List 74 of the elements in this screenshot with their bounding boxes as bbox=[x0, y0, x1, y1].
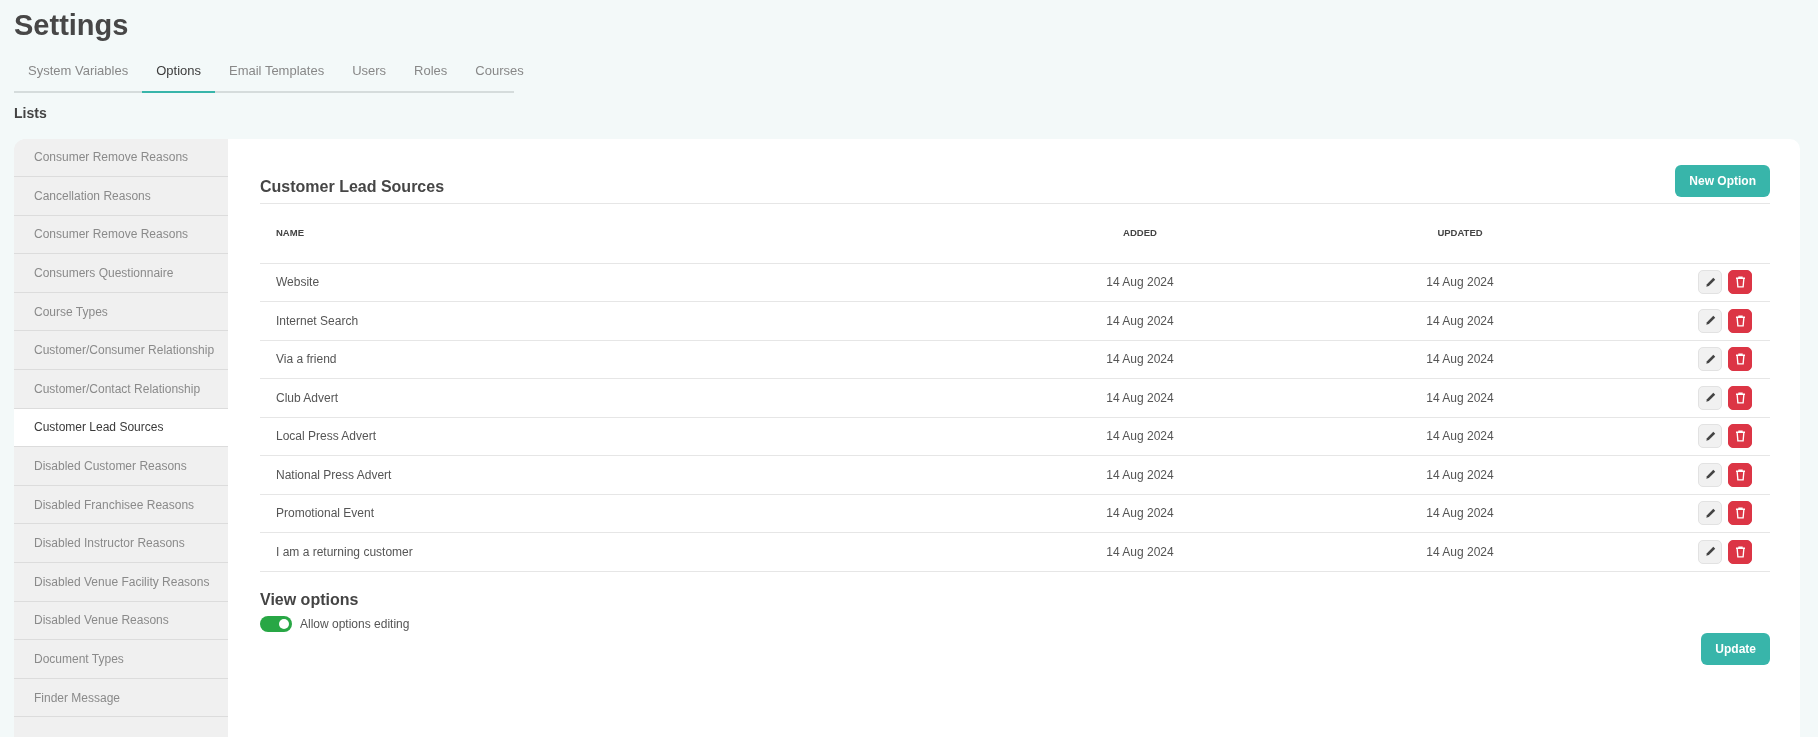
toggle-switch[interactable] bbox=[260, 615, 292, 632]
table-cell-text: 14 Aug 2024 bbox=[1425, 466, 1495, 484]
trash-icon bbox=[1734, 507, 1746, 520]
delete-button[interactable] bbox=[1728, 270, 1752, 295]
table-cell-text: 14 Aug 2024 bbox=[1105, 505, 1175, 523]
table-cell-text: 14 Aug 2024 bbox=[1105, 312, 1175, 330]
sidebar-item[interactable]: Customer Lead Sources bbox=[14, 408, 228, 448]
section-title: View options bbox=[260, 589, 360, 609]
pencil-icon bbox=[1704, 430, 1716, 442]
trash-icon bbox=[1734, 468, 1746, 481]
tab[interactable]: Options bbox=[142, 52, 215, 93]
column-header: ADDED bbox=[1122, 225, 1158, 240]
table-cell-text: 14 Aug 2024 bbox=[1425, 543, 1495, 561]
column-header: UPDATED bbox=[1436, 225, 1484, 240]
tab[interactable]: System Variables bbox=[14, 52, 143, 93]
table-cell-text: 14 Aug 2024 bbox=[1425, 505, 1495, 523]
delete-button[interactable] bbox=[1728, 462, 1752, 487]
page-title: Settings bbox=[13, 8, 130, 42]
update-button[interactable]: Update bbox=[1701, 632, 1770, 665]
delete-button[interactable] bbox=[1728, 385, 1752, 410]
edit-button[interactable] bbox=[1698, 424, 1722, 449]
toggle-label: Allow options editing bbox=[300, 615, 410, 633]
table-cell-text: 14 Aug 2024 bbox=[1425, 428, 1495, 446]
panel-title: Customer Lead Sources bbox=[260, 177, 445, 197]
edit-button[interactable] bbox=[1698, 501, 1722, 526]
table-cell-text: 14 Aug 2024 bbox=[1425, 274, 1495, 292]
edit-button[interactable] bbox=[1698, 539, 1722, 564]
pencil-icon bbox=[1704, 469, 1716, 481]
trash-icon bbox=[1734, 545, 1746, 558]
table-cell-text: 14 Aug 2024 bbox=[1105, 274, 1175, 292]
table-cell-text: 14 Aug 2024 bbox=[1105, 351, 1175, 369]
pencil-icon bbox=[1704, 276, 1716, 288]
table-cell-text: Club Advert bbox=[275, 389, 340, 407]
trash-icon bbox=[1734, 276, 1746, 289]
section-title: Lists bbox=[13, 103, 48, 123]
tab[interactable]: Roles bbox=[400, 52, 462, 93]
delete-button[interactable] bbox=[1728, 347, 1752, 372]
edit-button[interactable] bbox=[1698, 308, 1722, 333]
pencil-icon bbox=[1704, 507, 1716, 519]
edit-button[interactable] bbox=[1698, 462, 1722, 487]
table-cell-text: Internet Search bbox=[275, 312, 360, 330]
table-cell-text: Website bbox=[275, 274, 321, 292]
table-cell-text: 14 Aug 2024 bbox=[1105, 543, 1175, 561]
new-option-button[interactable]: New Option bbox=[1675, 164, 1770, 197]
delete-button[interactable] bbox=[1728, 539, 1752, 564]
delete-button[interactable] bbox=[1728, 501, 1752, 526]
edit-button[interactable] bbox=[1698, 270, 1722, 295]
table-cell-text: Via a friend bbox=[275, 351, 338, 369]
trash-icon bbox=[1734, 430, 1746, 443]
table-cell-text: 14 Aug 2024 bbox=[1105, 389, 1175, 407]
trash-icon bbox=[1734, 314, 1746, 327]
tab[interactable]: Courses bbox=[461, 52, 538, 93]
table-cell-text: 14 Aug 2024 bbox=[1105, 466, 1175, 484]
table-cell-text: 14 Aug 2024 bbox=[1105, 428, 1175, 446]
pencil-icon bbox=[1704, 353, 1716, 365]
table-cell-text: I am a returning customer bbox=[275, 543, 414, 561]
tab[interactable]: Users bbox=[338, 52, 401, 93]
column-header: NAME bbox=[275, 225, 305, 240]
edit-button[interactable] bbox=[1698, 385, 1722, 410]
table-cell-text: 14 Aug 2024 bbox=[1425, 312, 1495, 330]
table-cell-text: 14 Aug 2024 bbox=[1425, 389, 1495, 407]
trash-icon bbox=[1734, 391, 1746, 404]
table-cell-text: Promotional Event bbox=[275, 505, 376, 523]
table-cell-text: Local Press Advert bbox=[275, 428, 378, 446]
delete-button[interactable] bbox=[1728, 308, 1752, 333]
tab[interactable]: Email Templates bbox=[215, 52, 339, 93]
pencil-icon bbox=[1704, 315, 1716, 327]
table-cell-text: National Press Advert bbox=[275, 466, 393, 484]
trash-icon bbox=[1734, 353, 1746, 366]
edit-button[interactable] bbox=[1698, 347, 1722, 372]
pencil-icon bbox=[1704, 546, 1716, 558]
pencil-icon bbox=[1704, 392, 1716, 404]
delete-button[interactable] bbox=[1728, 424, 1752, 449]
table-cell-text: 14 Aug 2024 bbox=[1425, 351, 1495, 369]
